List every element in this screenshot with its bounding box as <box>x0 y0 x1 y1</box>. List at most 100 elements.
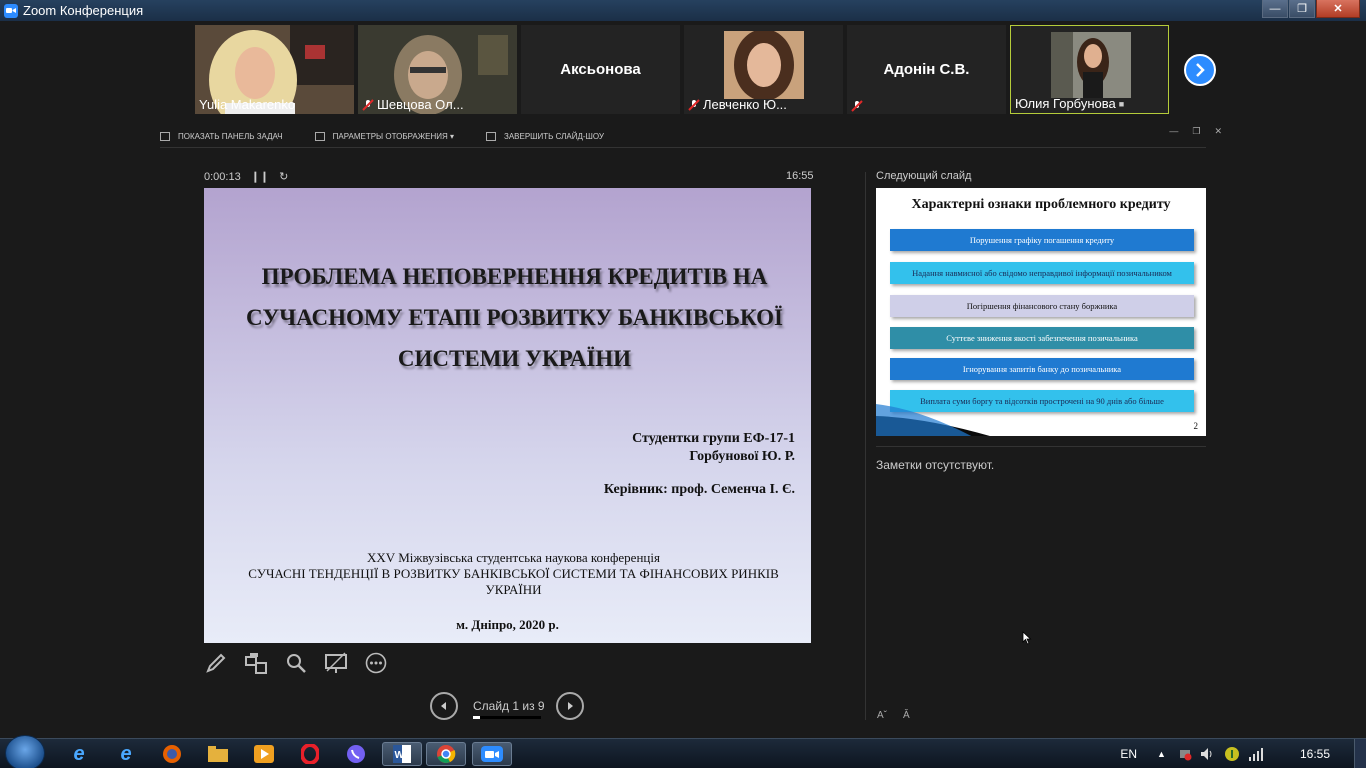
next-slide-button[interactable] <box>556 692 584 720</box>
current-clock: 16:55 <box>786 170 814 182</box>
elapsed-time: 0:00:13 <box>204 170 241 183</box>
black-screen-button[interactable] <box>324 651 348 675</box>
slide-counter: Слайд 1 из 9 <box>473 699 545 713</box>
video-stat-icon: ■ <box>1118 98 1125 109</box>
chrome-taskbar-icon[interactable] <box>426 742 466 766</box>
end-slideshow-button[interactable]: ЗАВЕРШИТЬ СЛАЙД-ШОУ <box>485 132 604 141</box>
decrease-font-button[interactable]: Ǎ <box>903 710 910 721</box>
triangle-right-icon <box>568 702 573 710</box>
next-slide-page-number: 2 <box>1193 421 1199 431</box>
participant-name: Левченко Ю... <box>703 97 787 112</box>
ie-taskbar-icon[interactable]: e <box>65 742 93 766</box>
participant-name: Юлия Горбунова <box>1015 96 1116 111</box>
participant-video <box>1051 32 1131 98</box>
word-taskbar-icon[interactable]: W <box>382 742 422 766</box>
explorer-taskbar-icon[interactable] <box>204 742 232 766</box>
participant-name: Адонін С.В. <box>883 61 970 78</box>
more-icon <box>365 652 387 674</box>
window-titlebar: Zoom Конференция — ❐ ✕ <box>0 0 1366 21</box>
pause-icon[interactable]: ❙❙ <box>251 170 269 183</box>
participant-tile[interactable]: Левченко Ю... <box>684 25 843 114</box>
reset-timer-icon[interactable]: ↻ <box>279 170 288 183</box>
participant-tile[interactable]: Аксьонова <box>521 25 680 114</box>
muted-mic-icon <box>362 98 374 111</box>
slide-title: ПРОБЛЕМА НЕПОВЕРНЕННЯ КРЕДИТІВ НА СУЧАСН… <box>246 264 783 371</box>
participant-name: Аксьонова <box>560 61 641 78</box>
notes-font-buttons: Aˇ Ǎ <box>877 710 910 721</box>
slide-progress-fill <box>473 716 481 719</box>
more-options-button[interactable] <box>364 651 388 675</box>
participant-name: Шевцова Ол... <box>377 97 464 112</box>
taskbar-clock[interactable]: 16:55 <box>1300 747 1330 761</box>
update-shield-icon[interactable] <box>1224 746 1240 762</box>
participant-tile[interactable]: Шевцова Ол... <box>358 25 517 114</box>
participant-tile[interactable]: Yulia Makarenko <box>195 25 354 114</box>
minimize-button[interactable]: — <box>1262 0 1288 18</box>
next-slide-item: Порушення графіку погашення кредиту <box>890 229 1194 251</box>
slide-author-line1: Студентки групи ЕФ-17-1 <box>632 431 795 446</box>
participant-tile-active[interactable]: Юлия Горбунова ■ <box>1010 25 1169 114</box>
firefox-taskbar-icon[interactable] <box>158 742 186 766</box>
slide-tools <box>204 651 388 675</box>
slide-author-line2: Горбунової Ю. Р. <box>689 449 795 464</box>
zoom-icon <box>4 3 18 18</box>
see-all-slides-button[interactable] <box>244 651 268 675</box>
show-desktop-button[interactable] <box>1354 739 1366 768</box>
current-slide[interactable]: ПРОБЛЕМА НЕПОВЕРНЕННЯ КРЕДИТІВ НА СУЧАСН… <box>204 188 811 643</box>
slideshow-timer: 0:00:13 ❙❙ ↻ <box>204 170 288 184</box>
next-slide-preview[interactable]: Характерні ознаки проблемного кредиту По… <box>876 188 1206 436</box>
viber-taskbar-icon[interactable] <box>342 742 370 766</box>
ie-taskbar-icon[interactable]: e <box>112 742 140 766</box>
next-slide-title: Характерні ознаки проблемного кредиту <box>911 197 1171 212</box>
next-slide-item: Надання навмисної або свідомо неправдиво… <box>890 262 1194 284</box>
presenter-minimize-button[interactable]: — <box>1169 126 1178 137</box>
participant-strip: Yulia Makarenko Шевцова Ол... Аксьонова … <box>0 21 1366 118</box>
end-slideshow-icon <box>485 132 496 141</box>
end-slideshow-label: ЗАВЕРШИТЬ СЛАЙД-ШОУ <box>503 132 604 141</box>
window-title: Zoom Конференция <box>23 3 144 18</box>
participant-name: Yulia Makarenko <box>199 97 296 112</box>
system-tray: EN ▲ 16:55 <box>1120 739 1366 768</box>
chevron-right-icon <box>1196 63 1205 77</box>
svg-text:W: W <box>395 750 405 761</box>
show-taskbar-button[interactable]: ПОКАЗАТЬ ПАНЕЛЬ ЗАДАЧ <box>160 132 283 141</box>
increase-font-button[interactable]: Aˇ <box>877 710 887 721</box>
network-alert-icon[interactable] <box>1178 747 1192 761</box>
notes-separator <box>876 446 1206 447</box>
presenter-close-button[interactable]: ✕ <box>1214 126 1222 137</box>
show-hidden-icons-icon[interactable]: ▲ <box>1157 749 1166 759</box>
volume-icon[interactable] <box>1200 747 1216 761</box>
muted-mic-icon <box>688 98 700 111</box>
slide-city: м. Дніпро, 2020 р. <box>456 617 559 632</box>
display-settings-button[interactable]: ПАРАМЕТРЫ ОТОБРАЖЕНИЯ ▾ <box>314 132 454 141</box>
panel-divider <box>865 172 866 720</box>
next-slide-item: Погіршення фінансового стану боржника <box>890 295 1194 317</box>
participant-tile[interactable]: Адонін С.В. <box>847 25 1006 114</box>
slide-supervisor: Керівник: проф. Семенча І. Є. <box>603 482 795 497</box>
pen-icon <box>206 653 226 673</box>
show-taskbar-label: ПОКАЗАТЬ ПАНЕЛЬ ЗАДАЧ <box>178 132 283 141</box>
maximize-button[interactable]: ❐ <box>1289 0 1315 18</box>
presenter-restore-button[interactable]: ❐ <box>1192 126 1200 137</box>
zoom-taskbar-icon[interactable] <box>472 742 512 766</box>
next-page-button[interactable] <box>1184 54 1216 86</box>
mouse-cursor-icon <box>1022 631 1032 645</box>
start-button[interactable] <box>5 735 45 768</box>
close-button[interactable]: ✕ <box>1316 0 1360 18</box>
opera-taskbar-icon[interactable] <box>296 742 324 766</box>
zoom-slide-button[interactable] <box>284 651 308 675</box>
display-settings-label: ПАРАМЕТРЫ ОТОБРАЖЕНИЯ ▾ <box>332 132 454 141</box>
speaker-notes: Заметки отсутствуют. <box>876 458 995 472</box>
participant-video <box>724 31 804 99</box>
pen-tool-button[interactable] <box>204 651 228 675</box>
screen-off-icon <box>325 652 347 673</box>
next-slide-item: Суттєве зниження якості забезпечення поз… <box>890 327 1194 349</box>
media-player-taskbar-icon[interactable] <box>250 742 278 766</box>
slide-progress-bar <box>473 716 541 719</box>
previous-slide-button[interactable] <box>430 692 458 720</box>
display-settings-icon <box>314 132 325 141</box>
signal-icon[interactable] <box>1248 747 1264 761</box>
language-indicator[interactable]: EN <box>1120 747 1137 761</box>
muted-mic-icon <box>851 100 863 112</box>
next-slide-header: Следующий слайд <box>876 170 972 182</box>
